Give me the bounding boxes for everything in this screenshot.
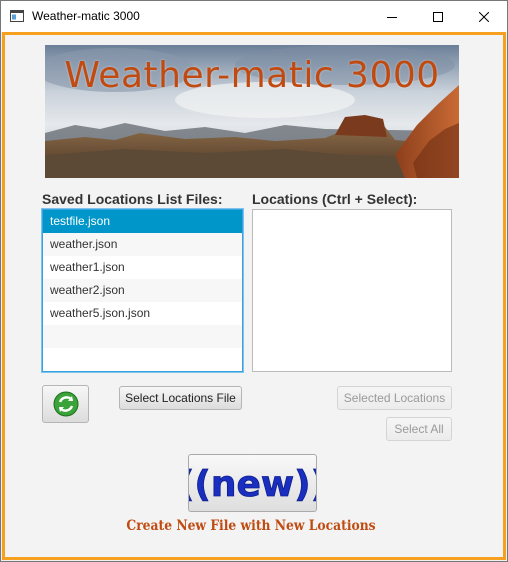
title-bar[interactable]: Weather-matic 3000 [1, 1, 507, 32]
maximize-icon [433, 11, 443, 22]
app-window: Weather-matic 3000 Weather-matic 3000 Sa… [0, 0, 508, 562]
select-locations-file-button[interactable]: Select Locations File [119, 386, 242, 410]
list-item[interactable]: weather.json [43, 233, 242, 256]
saved-files-list[interactable]: testfile.json weather.json weather1.json… [42, 209, 243, 372]
refresh-button[interactable] [42, 385, 89, 423]
maximize-button[interactable] [415, 1, 461, 32]
locations-list[interactable] [252, 209, 452, 372]
locations-heading: Locations (Ctrl + Select): [252, 191, 418, 207]
new-file-button[interactable]: ((new)) [178, 454, 328, 512]
banner-image: Weather-matic 3000 [45, 45, 459, 178]
refresh-icon [53, 391, 78, 417]
select-all-button[interactable]: Select All [386, 417, 452, 441]
new-icon-text: ((new)) [189, 464, 316, 505]
new-icon: ((new)) [178, 464, 328, 506]
saved-files-heading: Saved Locations List Files: [42, 191, 223, 207]
list-item[interactable]: weather2.json [43, 279, 242, 302]
close-button[interactable] [461, 1, 507, 32]
banner-title: Weather-matic 3000 [64, 55, 440, 96]
minimize-button[interactable] [369, 1, 415, 32]
selected-locations-button[interactable]: Selected Locations [337, 386, 452, 410]
list-item[interactable]: weather1.json [43, 256, 242, 279]
new-file-caption: Create New File with New Locations [126, 518, 376, 534]
list-item[interactable]: testfile.json [43, 210, 242, 233]
close-icon [479, 11, 489, 22]
list-item-empty [43, 325, 242, 348]
app-icon [10, 10, 24, 22]
list-item[interactable]: weather5.json.json [43, 302, 242, 325]
client-area: Weather-matic 3000 Saved Locations List … [2, 32, 506, 560]
window-title: Weather-matic 3000 [32, 9, 140, 23]
minimize-icon [387, 16, 397, 18]
